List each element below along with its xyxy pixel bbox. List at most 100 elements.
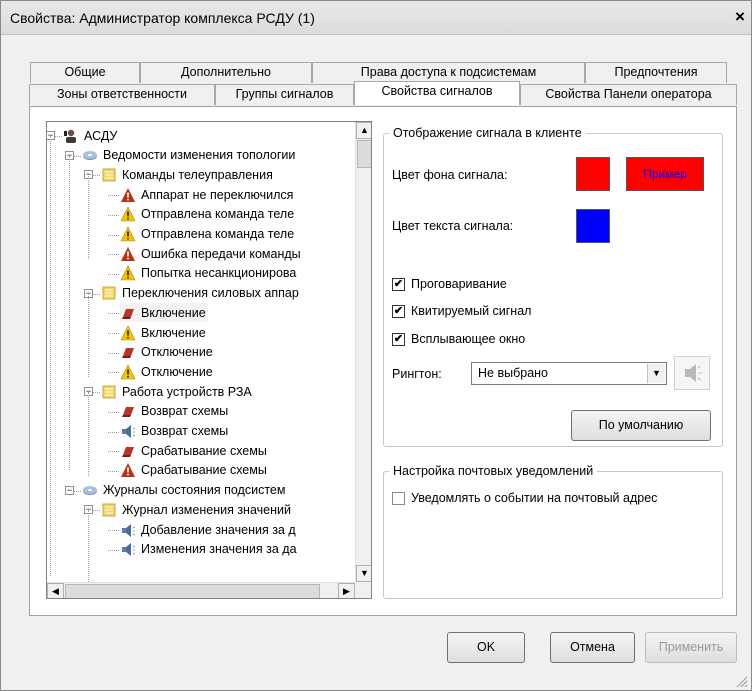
ringtone-select[interactable]: Не выбрано ▼ — [471, 362, 667, 385]
checkbox-box[interactable]: ✔ — [392, 277, 405, 291]
tree-node[interactable]: Изменения значения за да — [120, 540, 299, 559]
folder-list-icon — [101, 502, 117, 518]
tree-node[interactable]: Работа устройств РЗА — [101, 382, 254, 401]
tree-connector — [108, 313, 119, 315]
folder-list-icon — [101, 285, 117, 301]
tree-guide-line — [88, 176, 89, 259]
tree-node[interactable]: Возврат схемы — [120, 422, 230, 441]
eraser-icon — [120, 305, 136, 321]
resize-grip-icon[interactable] — [733, 673, 749, 689]
tree-node[interactable]: Срабатывание схемы — [120, 441, 269, 460]
horizontal-scrollbar[interactable]: ◀ ▶ — [47, 582, 355, 598]
close-icon[interactable]: × — [735, 7, 745, 27]
tree-connector — [108, 352, 119, 354]
tree-connector — [108, 254, 119, 256]
tree-node[interactable]: Срабатывание схемы — [120, 461, 269, 480]
tab-general[interactable]: Общие — [30, 62, 140, 83]
tree-guide-line — [50, 136, 51, 576]
tree-connector — [108, 273, 119, 275]
popup-checkbox[interactable]: ✔ Всплывающее окно — [392, 332, 525, 346]
scroll-down-arrow-icon[interactable]: ▼ — [356, 565, 371, 582]
vertical-scrollbar[interactable]: ▲ ▼ — [355, 122, 371, 582]
cancel-button[interactable]: Отмена — [550, 632, 635, 663]
tab-additional[interactable]: Дополнительно — [140, 62, 312, 83]
checkbox-label: Всплывающее окно — [411, 332, 526, 346]
display-group-legend: Отображение сигнала в клиенте — [389, 126, 586, 140]
apply-button[interactable]: Применить — [645, 632, 737, 663]
acknowledge-checkbox[interactable]: ✔ Квитируемый сигнал — [392, 304, 531, 318]
tree-node[interactable]: Возврат схемы — [120, 402, 230, 421]
text-color-swatch[interactable] — [576, 209, 610, 243]
tree-node-label: Срабатывание схемы — [141, 443, 267, 458]
tree-connector — [108, 214, 119, 216]
tab-preferences[interactable]: Предпочтения — [585, 62, 727, 83]
checkbox-box[interactable] — [392, 491, 405, 505]
warning-yellow-icon — [120, 364, 136, 380]
chevron-down-icon[interactable]: ▼ — [647, 364, 665, 383]
ringtone-value: Не выбрано — [478, 366, 548, 380]
tree-node[interactable]: АСДУ — [63, 126, 119, 145]
tab-responsibility-zones[interactable]: Зоны ответственности — [29, 84, 215, 105]
notify-email-checkbox[interactable]: Уведомлять о событии на почтовый адрес — [392, 491, 657, 505]
signal-tree[interactable]: АСДУ − Ведомости изменения топологии − Коман… — [46, 121, 372, 599]
scroll-up-arrow-icon[interactable]: ▲ — [356, 122, 371, 139]
tree-connector — [108, 549, 119, 551]
tree-node[interactable]: Переключения силовых аппар — [101, 284, 301, 303]
tab-signal-properties[interactable]: Свойства сигналов — [354, 81, 520, 105]
tree-node[interactable]: Журналы состояния подсистем — [82, 481, 287, 500]
speaker-icon — [120, 423, 136, 439]
speaker-icon — [120, 522, 136, 538]
tree-node[interactable]: Отключение — [120, 343, 215, 362]
window-title: Свойства: Администратор комплекса РСДУ (… — [10, 10, 315, 26]
scroll-right-arrow-icon[interactable]: ▶ — [338, 583, 355, 598]
properties-dialog: Свойства: Администратор комплекса РСДУ (… — [0, 0, 752, 691]
tree-node-label: Возврат схемы — [141, 424, 229, 438]
tab-signal-groups[interactable]: Группы сигналов — [215, 84, 354, 105]
tab-operator-panel-properties[interactable]: Свойства Панели оператора — [520, 84, 737, 105]
tree-node-label: Журналы состояния подсистем — [103, 483, 286, 498]
tree-node[interactable]: Отправлена команда теле — [120, 205, 296, 224]
checkbox-label: Уведомлять о событии на почтовый адрес — [411, 491, 658, 505]
tree-connector — [108, 411, 119, 413]
tree-node[interactable]: Отключение — [120, 362, 215, 381]
tree-node-label: Возврат схемы — [141, 404, 229, 419]
checkbox-box[interactable]: ✔ — [392, 332, 405, 346]
tree-node[interactable]: Включение — [120, 323, 208, 342]
play-sound-button[interactable] — [674, 356, 710, 390]
tree-node-label: Изменения значения за да — [141, 542, 297, 557]
folder-list-icon — [101, 167, 117, 183]
hscroll-thumb[interactable] — [65, 584, 320, 598]
tab-subsystem-access[interactable]: Права доступа к подсистемам — [312, 62, 585, 83]
scroll-left-arrow-icon[interactable]: ◀ — [47, 583, 64, 598]
checkbox-box[interactable]: ✔ — [392, 304, 405, 318]
tree-connector — [108, 195, 119, 197]
tree-node-label: Работа устройств РЗА — [122, 384, 252, 399]
tree-connector — [108, 431, 119, 433]
speak-checkbox[interactable]: ✔ Проговаривание — [392, 277, 507, 291]
tree-node-label: Попытка несанкционирова — [141, 266, 297, 281]
tree-node[interactable]: Добавление значения за д — [120, 520, 298, 539]
warning-yellow-icon — [120, 226, 136, 242]
tree-node[interactable]: Включение — [120, 303, 208, 323]
tree-connector — [108, 451, 119, 453]
tree-node[interactable]: Попытка несанкционирова — [120, 264, 298, 283]
tree-node-label: Ведомости изменения топологии — [103, 148, 296, 163]
tree-node[interactable]: Аппарат не переключился — [120, 185, 295, 204]
ok-button[interactable]: OK — [447, 632, 525, 663]
warning-red-icon — [120, 187, 136, 203]
speaker-icon — [120, 541, 136, 557]
folder-list-icon — [101, 384, 117, 400]
tree-node[interactable]: Команды телеуправления — [101, 165, 275, 184]
tree-node-label: Добавление значения за д — [141, 522, 296, 537]
bg-color-swatch[interactable] — [576, 157, 610, 191]
tree-node[interactable]: Отправлена команда теле — [120, 225, 296, 244]
warning-red-icon — [120, 246, 136, 262]
tree-node[interactable]: Журнал изменения значений — [101, 500, 293, 519]
scroll-thumb[interactable] — [357, 140, 371, 168]
tree-expand-toggle[interactable]: − — [65, 485, 74, 495]
tree-node[interactable]: Ведомости изменения топологии — [82, 146, 297, 165]
speaker-icon — [685, 364, 702, 382]
default-button[interactable]: По умолчанию — [571, 410, 711, 441]
warning-yellow-icon — [120, 265, 136, 281]
tree-node[interactable]: Ошибка передачи команды — [120, 244, 303, 263]
